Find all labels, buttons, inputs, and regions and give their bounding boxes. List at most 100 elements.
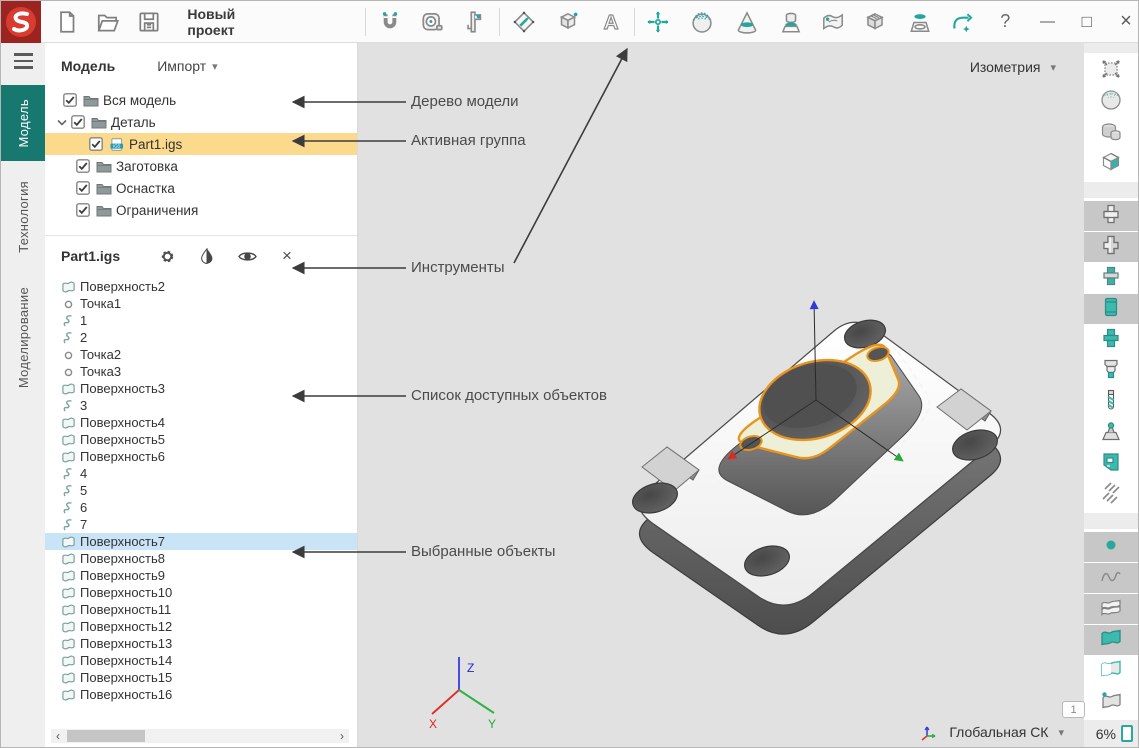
filter-curves-button[interactable] — [1084, 563, 1138, 593]
object-list-item[interactable]: 6 — [45, 499, 357, 516]
tree-row[interactable]: Вся модель — [45, 89, 357, 111]
show-holder-button[interactable] — [1084, 418, 1138, 448]
help-button[interactable]: ? — [991, 7, 1019, 37]
object-list-item[interactable]: Поверхность4 — [45, 414, 357, 431]
coordinate-system-selector[interactable]: Глобальная СК ▾ — [919, 723, 1064, 741]
maximize-icon[interactable]: □ — [1073, 7, 1101, 37]
stock-box-icon[interactable] — [861, 7, 889, 37]
import-dropdown[interactable]: Импорт ▾ — [157, 58, 217, 74]
visibility-eye-icon[interactable] — [227, 243, 267, 269]
filter-surfaces-button[interactable] — [1084, 625, 1138, 655]
object-list-item[interactable]: Поверхность3 — [45, 380, 357, 397]
horizontal-scrollbar[interactable]: ‹ › — [51, 729, 349, 743]
object-list-item[interactable]: Поверхность5 — [45, 431, 357, 448]
sidebar-tab-1[interactable]: Технология — [1, 167, 45, 267]
show-result-button[interactable] — [1084, 356, 1138, 386]
scrollbar-thumb[interactable] — [67, 730, 145, 742]
annotation-objects-list: Список доступных объектов — [411, 387, 607, 404]
open-project-icon[interactable] — [94, 7, 122, 37]
scroll-right-icon[interactable]: › — [335, 729, 349, 743]
curve-redirect-icon[interactable] — [948, 7, 976, 37]
cone-section-icon[interactable] — [732, 7, 760, 37]
object-list-item[interactable]: Поверхность7 — [45, 533, 357, 550]
show-machine-button[interactable] — [1084, 449, 1138, 479]
show-workpiece-wireframe-button[interactable] — [1084, 201, 1138, 231]
tree-row[interactable]: Деталь — [45, 111, 357, 133]
object-list-item[interactable]: Поверхность2 — [45, 278, 357, 295]
sidebar-tab-2[interactable]: Моделирование — [1, 273, 45, 402]
measure-tape-icon[interactable] — [418, 7, 446, 37]
mesh-sphere-icon[interactable] — [688, 7, 716, 37]
sketch-icon[interactable] — [510, 7, 538, 37]
minimize-icon[interactable]: — — [1033, 7, 1061, 37]
object-list-item[interactable]: Поверхность14 — [45, 652, 357, 669]
scroll-left-icon[interactable]: ‹ — [51, 729, 65, 743]
solid-cube-icon[interactable] — [553, 7, 581, 37]
object-list-item[interactable]: Поверхность12 — [45, 618, 357, 635]
object-list-item[interactable]: Поверхность9 — [45, 567, 357, 584]
object-list-item[interactable]: Поверхность10 — [45, 584, 357, 601]
shading-droplet-icon[interactable] — [187, 243, 227, 269]
view-orientation-dropdown[interactable]: Изометрия ▾ — [970, 59, 1056, 75]
show-part-button[interactable] — [1084, 263, 1138, 293]
object-list-item[interactable]: 2 — [45, 329, 357, 346]
filter-untrimmed-surfaces-button[interactable] — [1084, 656, 1138, 686]
filter-meshes-button[interactable] — [1084, 594, 1138, 624]
object-list-item[interactable]: 1 — [45, 312, 357, 329]
object-list-item[interactable]: 4 — [45, 465, 357, 482]
show-fixture-button[interactable] — [1084, 294, 1138, 324]
text-label-icon[interactable]: A — [597, 7, 625, 37]
checkbox[interactable] — [76, 203, 90, 217]
tree-row[interactable]: Заготовка — [45, 155, 357, 177]
tree-row[interactable]: IGSPart1.igs — [45, 133, 357, 155]
object-list-item[interactable]: 3 — [45, 397, 357, 414]
tree-row[interactable]: Ограничения — [45, 199, 357, 221]
object-list-item[interactable]: Точка1 — [45, 295, 357, 312]
sidebar-tab-0[interactable]: Модель — [1, 85, 45, 161]
new-project-icon[interactable] — [53, 7, 81, 37]
shaded-view-button[interactable] — [1084, 87, 1138, 117]
checkbox[interactable] — [76, 181, 90, 195]
save-project-icon[interactable] — [135, 7, 163, 37]
stock-contour-icon[interactable] — [906, 7, 934, 37]
object-list-item[interactable]: Поверхность13 — [45, 635, 357, 652]
move-transform-icon[interactable] — [644, 7, 672, 37]
solid-view-button[interactable] — [1084, 118, 1138, 148]
object-list-item[interactable]: Поверхность15 — [45, 669, 357, 686]
checkbox[interactable] — [63, 93, 77, 107]
deselect-close-icon[interactable]: × — [267, 243, 307, 269]
object-list-item[interactable]: Поверхность6 — [45, 448, 357, 465]
checkbox[interactable] — [89, 137, 103, 151]
chevron-down-icon: ▾ — [212, 60, 218, 73]
checkbox[interactable] — [76, 159, 90, 173]
show-toolpath-button[interactable] — [1084, 480, 1138, 510]
folder-icon — [83, 94, 99, 107]
show-workpiece-shaded-button[interactable] — [1084, 232, 1138, 262]
expander-chevron-icon[interactable] — [55, 119, 69, 126]
object-list-item[interactable]: 5 — [45, 482, 357, 499]
show-stock-button[interactable] — [1084, 325, 1138, 355]
filter-points-button[interactable] — [1084, 532, 1138, 562]
main-menu-button[interactable] — [1, 43, 45, 79]
surface-wave-icon[interactable] — [819, 7, 847, 37]
object-list-item[interactable]: Точка3 — [45, 363, 357, 380]
tree-row[interactable]: Оснастка — [45, 177, 357, 199]
close-icon[interactable]: × — [1112, 7, 1139, 37]
show-tool-button[interactable] — [1084, 387, 1138, 417]
caliper-icon[interactable] — [460, 7, 488, 37]
object-list-item[interactable]: Поверхность11 — [45, 601, 357, 618]
app-logo[interactable] — [1, 1, 41, 43]
object-item-label: Точка3 — [80, 364, 121, 379]
object-list-item[interactable]: 7 — [45, 516, 357, 533]
orientation-cube-button[interactable] — [1084, 149, 1138, 179]
object-list-item[interactable]: Точка2 — [45, 346, 357, 363]
object-list-item[interactable]: Поверхность16 — [45, 686, 357, 703]
filter-flagged-surfaces-button[interactable] — [1084, 687, 1138, 717]
snap-magnet-icon[interactable] — [375, 7, 403, 37]
settings-gear-icon[interactable] — [147, 243, 187, 269]
rotate-body-icon[interactable] — [777, 7, 805, 37]
scrollbar-track[interactable] — [65, 729, 335, 743]
object-list-item[interactable]: Поверхность8 — [45, 550, 357, 567]
fit-view-button[interactable] — [1084, 56, 1138, 86]
checkbox[interactable] — [71, 115, 85, 129]
